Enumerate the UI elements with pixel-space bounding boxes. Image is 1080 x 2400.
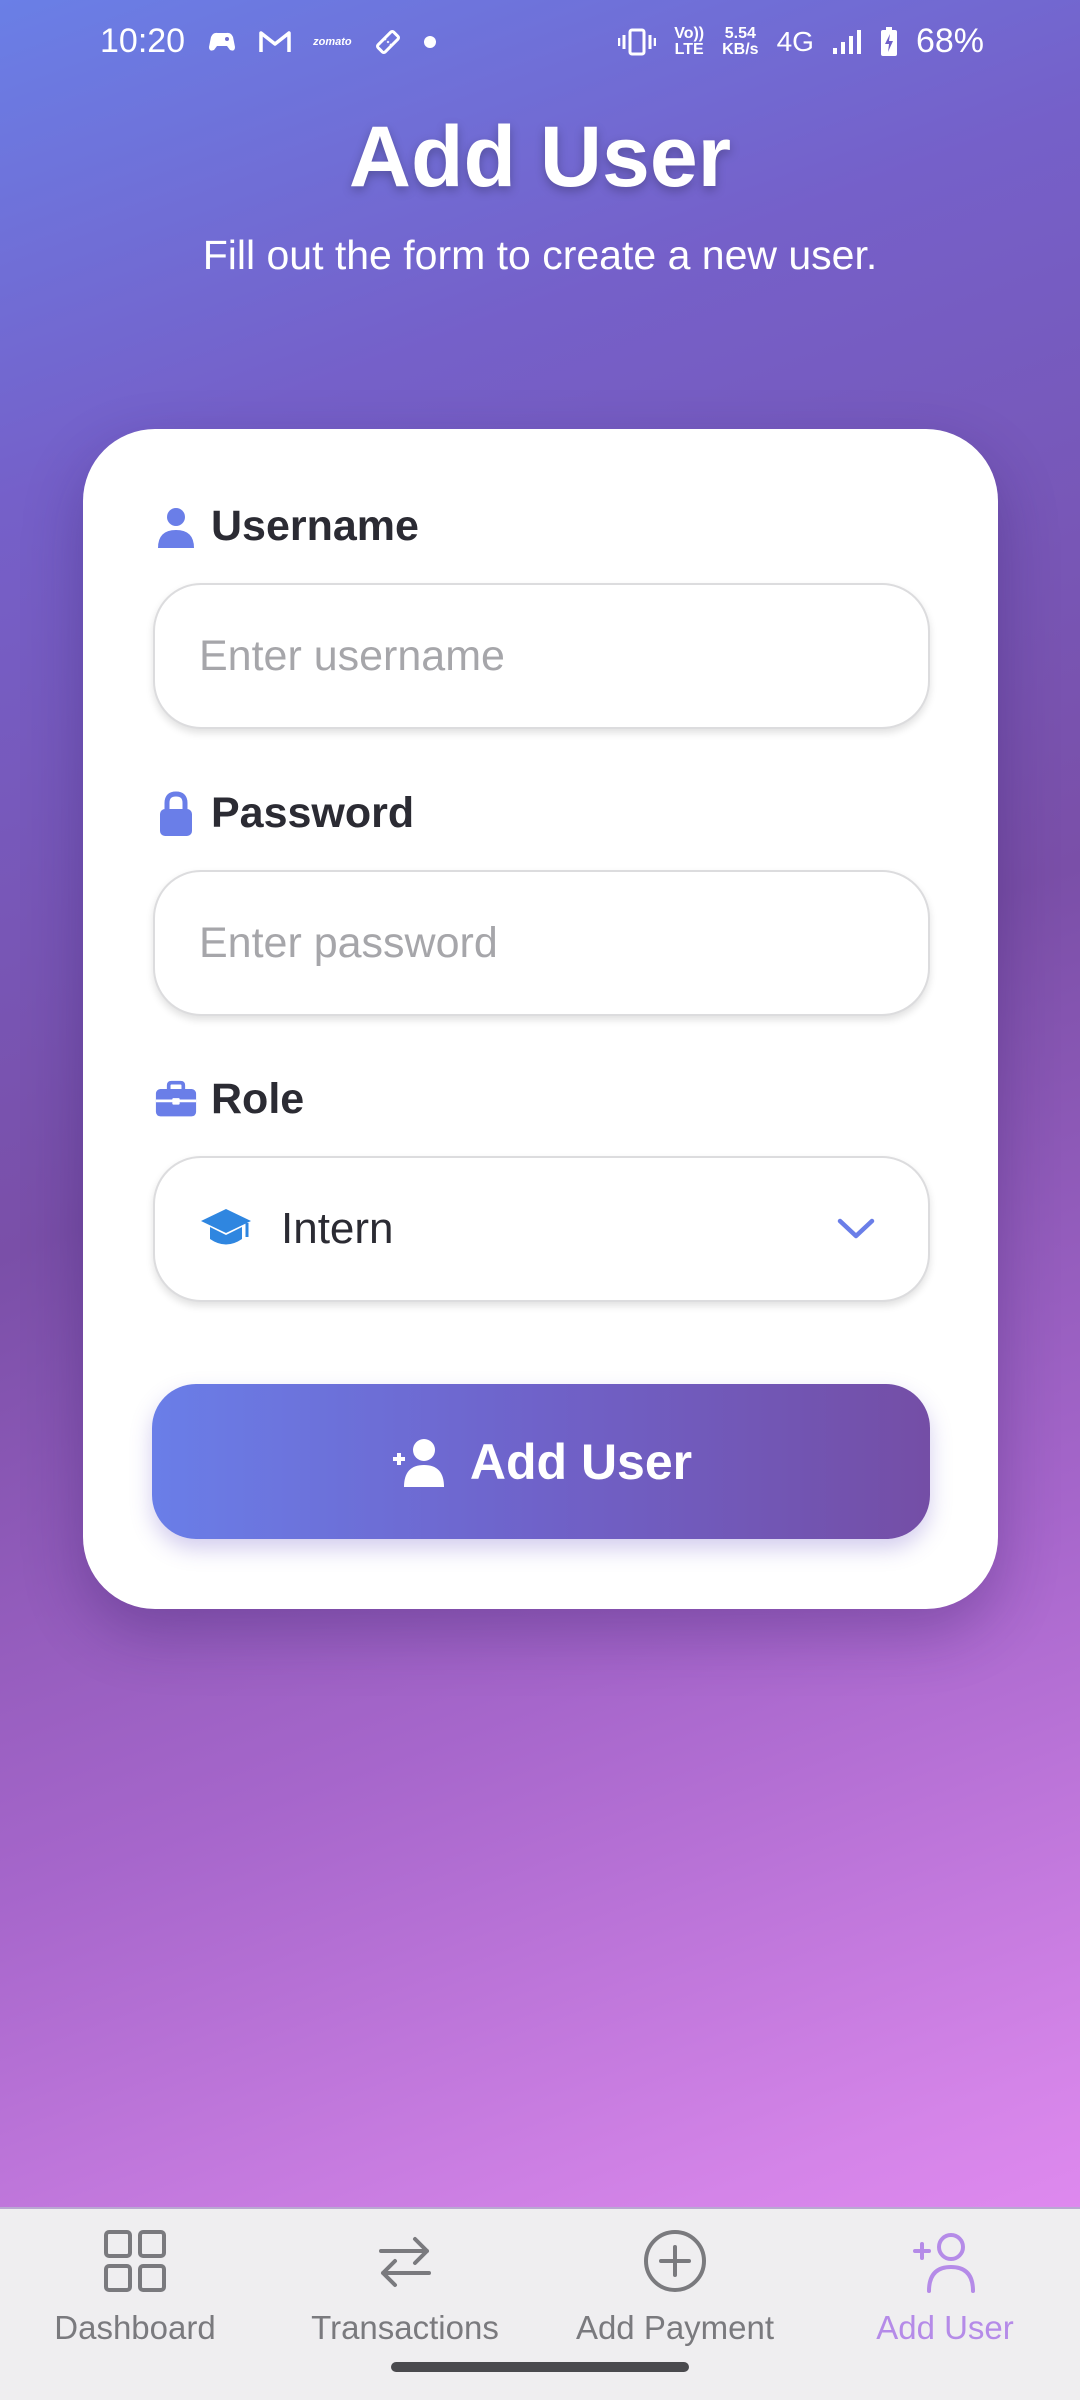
signal-icon bbox=[832, 28, 862, 56]
page-title: Add User bbox=[348, 109, 732, 205]
graduation-cap-icon bbox=[199, 1201, 255, 1257]
home-indicator[interactable] bbox=[391, 2362, 689, 2372]
nav-item-dashboard[interactable]: Dashboard bbox=[0, 2227, 270, 2377]
role-label-text: Role bbox=[211, 1075, 305, 1123]
network-type: 4G bbox=[776, 25, 814, 57]
arrows-swap-icon bbox=[379, 2237, 431, 2287]
nav-label-add-user: Add User bbox=[876, 2309, 1014, 2346]
nav-item-transactions[interactable]: Transactions bbox=[270, 2227, 540, 2377]
lock-icon bbox=[155, 790, 197, 836]
status-bar: 10:20 zomato Vo)) LTE 5.54 KB/s 4G 68% bbox=[0, 0, 1080, 90]
page-subtitle: Fill out the form to create a new user. bbox=[202, 232, 878, 278]
role-select[interactable]: Intern bbox=[153, 1156, 930, 1302]
grid-icon bbox=[104, 2230, 166, 2292]
add-user-form-card: Username Password Role Intern Add User bbox=[83, 429, 998, 1609]
add-user-button[interactable]: Add User bbox=[152, 1384, 930, 1539]
battery-charging-icon bbox=[880, 26, 898, 57]
password-label: Password bbox=[155, 789, 414, 838]
status-right: Vo)) LTE 5.54 KB/s 4G 68% bbox=[618, 22, 984, 61]
nav-label-transactions: Transactions bbox=[311, 2309, 499, 2346]
plus-circle-icon bbox=[644, 2230, 706, 2292]
nav-item-add-payment[interactable]: Add Payment bbox=[540, 2227, 810, 2377]
password-input[interactable] bbox=[199, 918, 928, 968]
volte-indicator: Vo)) LTE bbox=[674, 24, 705, 58]
briefcase-icon bbox=[155, 1079, 197, 1121]
network-speed-unit: KB/s bbox=[722, 40, 759, 58]
status-left: 10:20 zomato bbox=[100, 22, 436, 61]
add-user-button-label: Add User bbox=[469, 1433, 693, 1490]
ticket-icon bbox=[374, 28, 402, 56]
gmail-icon bbox=[259, 30, 291, 54]
password-label-text: Password bbox=[211, 789, 415, 837]
user-icon bbox=[155, 506, 197, 548]
username-label: Username bbox=[155, 502, 419, 551]
password-field[interactable] bbox=[153, 870, 930, 1016]
volte-bottom: LTE bbox=[674, 40, 704, 58]
vibrate-icon bbox=[618, 27, 657, 57]
game-controller-icon bbox=[207, 29, 237, 55]
volte-top: Vo)) bbox=[674, 24, 705, 42]
username-label-text: Username bbox=[211, 502, 419, 550]
chevron-down-icon bbox=[836, 1207, 880, 1251]
role-label: Role bbox=[155, 1075, 304, 1124]
nav-label-add-payment: Add Payment bbox=[575, 2309, 775, 2346]
network-speed: 5.54 KB/s bbox=[722, 24, 759, 58]
network-speed-value: 5.54 bbox=[724, 24, 756, 42]
role-selected-value: Intern bbox=[281, 1204, 394, 1253]
zomato-icon: zomato bbox=[313, 35, 352, 48]
add-user-button-icon bbox=[390, 1437, 446, 1487]
username-input[interactable] bbox=[199, 631, 928, 681]
status-time: 10:20 bbox=[100, 22, 186, 60]
add-user-icon bbox=[913, 2233, 975, 2293]
username-field[interactable] bbox=[153, 583, 930, 729]
nav-item-add-user[interactable]: Add User bbox=[810, 2227, 1080, 2377]
nav-label-dashboard: Dashboard bbox=[54, 2309, 216, 2346]
notification-dot-icon bbox=[423, 35, 436, 48]
battery-percent: 68% bbox=[915, 22, 984, 60]
